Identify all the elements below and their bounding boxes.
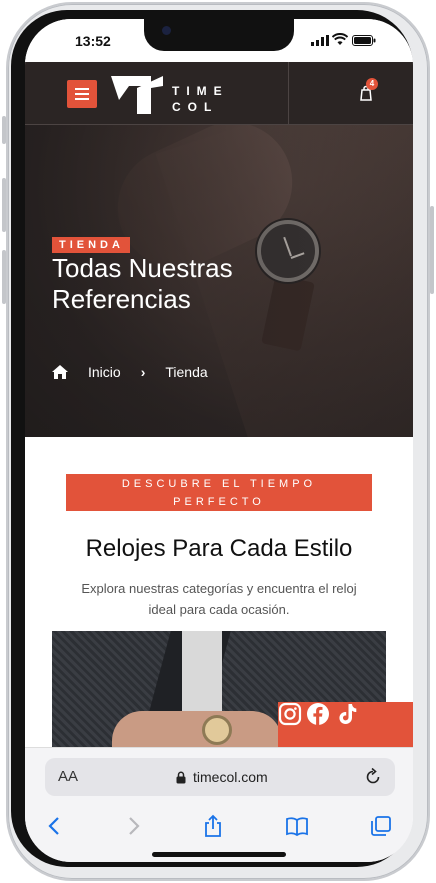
hero-tag: TIENDA (52, 237, 130, 253)
home-indicator[interactable] (152, 852, 286, 857)
header-divider (288, 62, 289, 125)
bookmarks-icon[interactable] (285, 814, 309, 838)
notch (144, 19, 294, 51)
lock-icon (176, 771, 186, 784)
wifi-icon (332, 33, 348, 45)
logo-text-line1: TIME (172, 84, 229, 98)
tiktok-icon[interactable] (335, 702, 359, 726)
logo-text-line2: COL (172, 100, 219, 114)
facebook-icon[interactable] (306, 702, 330, 726)
tabs-icon[interactable] (369, 814, 393, 838)
instagram-icon[interactable] (278, 702, 302, 726)
site-header: TIME COL 4 (25, 62, 413, 125)
home-icon[interactable] (52, 365, 68, 379)
eyebrow-line1: DESCUBRE EL TIEMPO (121, 478, 317, 490)
status-time: 13:52 (75, 33, 111, 49)
section-title: Relojes Para Cada Estilo (85, 535, 353, 562)
browser-bar: AA timecol.com (25, 747, 413, 862)
status-bar: 13:52 (25, 19, 413, 62)
signal-icon (311, 35, 329, 46)
hamburger-menu-icon[interactable] (67, 80, 97, 108)
cart-count-badge: 4 (366, 78, 378, 90)
section-description: Explora nuestras categorías y encuentra … (81, 581, 357, 617)
social-bar (278, 702, 413, 752)
share-icon[interactable] (201, 814, 225, 838)
logo-icon[interactable] (111, 74, 163, 114)
url-text[interactable]: timecol.com (193, 769, 268, 785)
chevron-right-icon: › (140, 364, 146, 380)
breadcrumb-current: Tienda (165, 364, 208, 380)
address-bar[interactable]: AA timecol.com (45, 758, 395, 796)
breadcrumb: Inicio › Tienda (52, 364, 208, 380)
screen: 13:52 TIME COL 4 TIENDA Todas Nuestras R… (25, 19, 413, 862)
text-size-button[interactable]: AA (58, 768, 78, 785)
battery-icon (352, 35, 376, 46)
back-icon[interactable] (43, 814, 67, 838)
reload-icon[interactable] (363, 767, 383, 787)
forward-icon[interactable] (121, 814, 145, 838)
eyebrow-line2: PERFECTO (173, 496, 265, 508)
page-title: Todas Nuestras Referencias (52, 253, 233, 314)
breadcrumb-home-link[interactable]: Inicio (88, 364, 121, 380)
section-eyebrow: DESCUBRE EL TIEMPO PERFECTO (66, 474, 372, 511)
